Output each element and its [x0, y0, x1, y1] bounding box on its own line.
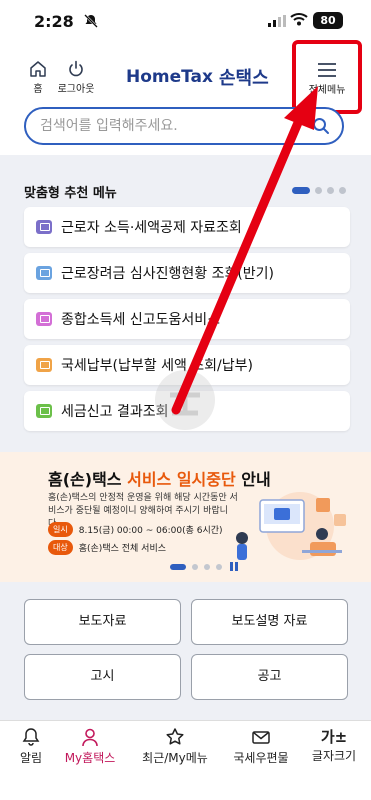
banner-title-highlight: 서비스 일시중단 — [127, 470, 236, 489]
home-button[interactable]: 홈 — [20, 60, 56, 95]
recommend-title: 맞춤형 추천 메뉴 — [24, 186, 117, 201]
announcement-button[interactable]: 공고 — [191, 654, 348, 700]
nav-my-hometax[interactable]: My홈택스 — [60, 727, 120, 766]
watermark-logo — [155, 370, 215, 430]
screen-icon — [36, 358, 52, 372]
hamburger-menu-icon — [318, 63, 336, 77]
nav-alerts-label: 알림 — [19, 751, 43, 765]
recommend-item[interactable]: 종합소득세 신고도움서비스 — [24, 299, 350, 339]
search-input[interactable] — [40, 116, 300, 136]
wifi-icon — [290, 13, 308, 26]
screen-icon — [36, 220, 52, 234]
banner-pager-dot[interactable] — [170, 563, 186, 570]
status-time: 2:28 — [34, 12, 74, 31]
search-icon[interactable] — [312, 117, 330, 135]
banner-pager — [170, 562, 238, 571]
search-bar — [24, 107, 344, 145]
nav-tax-mail-label: 국세우편물 — [233, 751, 289, 765]
logo-text-en: HomeTax — [126, 67, 213, 87]
home-label: 홈 — [33, 84, 43, 95]
screen-icon — [36, 266, 52, 280]
banner-tag-target: 대상 — [48, 540, 73, 555]
hometax-logo[interactable]: HomeTax 손택스 — [126, 64, 269, 90]
star-icon — [166, 728, 184, 745]
home-icon — [30, 61, 46, 77]
recommend-item-label: 근로자 소득·세액공제 자료조회 — [61, 220, 242, 236]
signal-icon — [268, 15, 286, 27]
maintenance-illustration — [236, 492, 346, 560]
nav-recent-menu-label: 최근/My메뉴 — [142, 751, 208, 765]
pager-dot[interactable] — [292, 187, 310, 194]
screen-icon — [36, 312, 52, 326]
pause-icon[interactable] — [230, 562, 238, 571]
banner-when: 8.15(금) 00:00 ~ 06:00(총 6시간) — [78, 526, 223, 536]
nav-recent-menu[interactable]: 최근/My메뉴 — [140, 727, 210, 766]
quick-links: 보도자료 보도설명 자료 고시 공고 — [0, 582, 371, 720]
banner-pager-dot[interactable] — [204, 563, 210, 570]
pager-dot[interactable] — [315, 187, 322, 194]
banner-pager-dot[interactable] — [192, 563, 198, 570]
pager-dot[interactable] — [339, 187, 346, 194]
full-menu-button[interactable]: 전체메뉴 — [292, 40, 362, 114]
bottom-nav: 알림 My홈택스 최근/My메뉴 국세우편물 가± 글자크기 — [0, 720, 371, 800]
status-bar: 2:28 80 — [0, 0, 371, 40]
full-menu-label: 전체메뉴 — [308, 85, 346, 96]
person-icon — [82, 728, 98, 747]
press-explanation-button[interactable]: 보도설명 자료 — [191, 599, 348, 645]
envelope-icon — [252, 731, 270, 744]
nav-font-size-label: 글자크기 — [311, 749, 357, 763]
banner-pager-dot[interactable] — [216, 563, 222, 570]
banner-target: 홈(손)택스 전체 서비스 — [78, 544, 166, 554]
logout-button[interactable]: 로그아웃 — [54, 60, 98, 95]
bell-muted-icon — [84, 14, 98, 28]
nav-font-size[interactable]: 가± 글자크기 — [306, 727, 362, 764]
power-icon — [69, 60, 83, 77]
recommend-item-label: 종합소득세 신고도움서비스 — [61, 312, 221, 328]
notice-gosi-button[interactable]: 고시 — [24, 654, 181, 700]
nav-tax-mail[interactable]: 국세우편물 — [230, 727, 292, 766]
bell-icon — [22, 728, 40, 746]
recommend-pager[interactable] — [292, 187, 346, 194]
font-size-icon: 가± — [320, 728, 348, 746]
logo-text-ko: 손택스 — [219, 68, 269, 89]
recommend-item-label: 근로장려금 심사진행현황 조회(반기) — [61, 266, 275, 282]
banner-target-row: 대상 홈(손)택스 전체 서비스 — [48, 540, 166, 555]
nav-alerts[interactable]: 알림 — [10, 727, 52, 766]
press-release-button[interactable]: 보도자료 — [24, 599, 181, 645]
nav-my-hometax-label: My홈택스 — [64, 751, 116, 765]
banner-tag-when: 일시 — [48, 522, 73, 537]
banner-title-part1: 홈(손)택스 — [48, 470, 122, 489]
battery-indicator: 80 — [313, 12, 343, 29]
banner-title: 홈(손)택스 서비스 일시중단 안내 — [48, 466, 271, 490]
screen-icon — [36, 404, 52, 418]
logout-label: 로그아웃 — [57, 84, 95, 95]
banner-when-row: 일시 8.15(금) 00:00 ~ 06:00(총 6시간) — [48, 522, 223, 537]
recommend-item[interactable]: 근로자 소득·세액공제 자료조회 — [24, 207, 350, 247]
banner-title-part2: 안내 — [241, 470, 271, 489]
app-header: 홈 로그아웃 HomeTax 손택스 전체메뉴 — [0, 40, 371, 114]
recommend-item[interactable]: 근로장려금 심사진행현황 조회(반기) — [24, 253, 350, 293]
pager-dot[interactable] — [327, 187, 334, 194]
